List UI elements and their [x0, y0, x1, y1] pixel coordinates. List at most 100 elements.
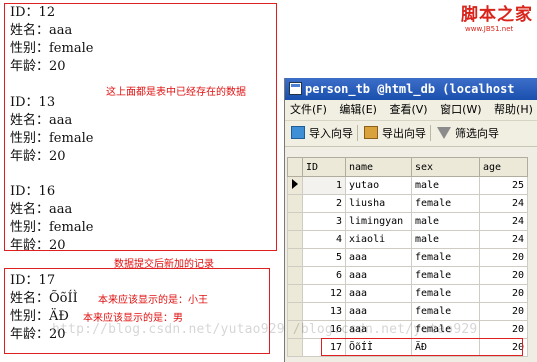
logo-title: 脚本之家: [461, 5, 533, 25]
note-name: 本来应该显示的是：小王: [98, 295, 208, 306]
cell-age[interactable]: 25: [479, 176, 528, 195]
record-gender: 性别：female: [10, 220, 94, 235]
import-wizard-label: 导入向导: [309, 127, 353, 140]
cell-id[interactable]: 6: [302, 266, 346, 285]
table-row[interactable]: 12 aaa female 20: [287, 284, 528, 303]
table-row[interactable]: 5 aaa female 20: [287, 248, 528, 267]
cell-sex[interactable]: female: [411, 248, 480, 267]
menu-file[interactable]: 文件(F): [290, 103, 327, 116]
cell-id[interactable]: 3: [302, 212, 346, 231]
window-title: person_tb @html_db (localhost: [305, 82, 515, 96]
cell-name[interactable]: liusha: [345, 194, 412, 213]
cell-name[interactable]: aaa: [345, 284, 412, 303]
menu-view[interactable]: 查看(V): [389, 103, 427, 116]
record-16: ID：16 姓名：aaa 性别：female 年龄：20: [10, 183, 93, 255]
cell-age[interactable]: 20: [479, 284, 528, 303]
record-id: ID：16: [10, 184, 56, 199]
current-row-marker-icon: [292, 179, 298, 189]
cell-name[interactable]: yutao: [345, 176, 412, 195]
row-selector[interactable]: [287, 176, 303, 195]
logo-url: www.JB51.net: [465, 25, 514, 33]
cell-name[interactable]: aaa: [345, 248, 412, 267]
cell-name[interactable]: aaa: [345, 266, 412, 285]
cell-name[interactable]: aaa: [345, 302, 412, 321]
row-selector[interactable]: [287, 194, 303, 213]
cell-age[interactable]: 20: [479, 302, 528, 321]
cell-age[interactable]: 20: [479, 248, 528, 267]
table-row[interactable]: 1 yutao male 25: [287, 176, 528, 195]
cell-sex[interactable]: female: [411, 284, 480, 303]
column-header-name[interactable]: name: [345, 157, 412, 177]
column-header-age[interactable]: age: [479, 157, 528, 177]
column-header-id[interactable]: ID: [302, 157, 346, 177]
menu-help[interactable]: 帮助(H): [494, 103, 533, 116]
toolbar: 导入向导 导出向导 筛选向导: [285, 121, 537, 147]
export-icon: [364, 126, 378, 139]
row-selector[interactable]: [287, 266, 303, 285]
row-selector[interactable]: [287, 302, 303, 321]
cell-id[interactable]: 12: [302, 284, 346, 303]
cell-sex[interactable]: male: [411, 176, 480, 195]
table-row[interactable]: 3 limingyan male 24: [287, 212, 528, 231]
record-gender: 性别：female: [10, 41, 94, 56]
table-row[interactable]: 4 xiaoli male 24: [287, 230, 528, 249]
cell-age[interactable]: 24: [479, 194, 528, 213]
table-window: person_tb @html_db (localhost 文件(F) 编辑(E…: [284, 78, 537, 362]
cell-name[interactable]: xiaoli: [345, 230, 412, 249]
cell-age[interactable]: 24: [479, 230, 528, 249]
cell-sex[interactable]: male: [411, 212, 480, 231]
cell-id[interactable]: 2: [302, 194, 346, 213]
cell-id[interactable]: 13: [302, 302, 346, 321]
row-header-corner: [287, 157, 303, 177]
menu-edit[interactable]: 编辑(E): [339, 103, 377, 116]
cell-id[interactable]: 1: [302, 176, 346, 195]
new-row-highlight: [321, 338, 523, 356]
record-name: 姓名：aaa: [10, 202, 73, 217]
window-titlebar[interactable]: person_tb @html_db (localhost: [285, 78, 537, 100]
record-id: ID：17: [10, 273, 56, 288]
cell-name[interactable]: limingyan: [345, 212, 412, 231]
row-selector[interactable]: [287, 338, 303, 357]
column-header-sex[interactable]: sex: [411, 157, 480, 177]
export-wizard-button[interactable]: 导出向导: [364, 121, 426, 146]
cell-id[interactable]: 4: [302, 230, 346, 249]
filter-wizard-label: 筛选向导: [455, 127, 499, 140]
table-row[interactable]: 13 aaa female 20: [287, 302, 528, 321]
grid-header: ID name sex age: [287, 157, 528, 177]
toolbar-separator: [430, 125, 431, 141]
record-name: 姓名：aaa: [10, 23, 73, 38]
menu-window[interactable]: 窗口(W): [440, 103, 481, 116]
export-wizard-label: 导出向导: [382, 127, 426, 140]
row-selector[interactable]: [287, 284, 303, 303]
cell-age[interactable]: 20: [479, 266, 528, 285]
cell-age[interactable]: 20: [479, 320, 528, 339]
menu-bar: 文件(F) 编辑(E) 查看(V) 窗口(W) 帮助(H): [285, 100, 537, 121]
record-gender: 性别：female: [10, 131, 94, 146]
import-icon: [291, 126, 305, 139]
record-12: ID：12 姓名：aaa 性别：female 年龄：20: [10, 4, 93, 76]
watermark: http://blog.csdn.net/yutao929 /blog.csdn…: [52, 322, 478, 337]
record-age: 年龄：20: [10, 149, 66, 164]
table-row[interactable]: 2 liusha female 24: [287, 194, 528, 213]
import-wizard-button[interactable]: 导入向导: [291, 121, 353, 146]
cell-id[interactable]: 5: [302, 248, 346, 267]
record-id: ID：12: [10, 5, 56, 20]
row-selector[interactable]: [287, 230, 303, 249]
record-age: 年龄：20: [10, 59, 66, 74]
table-row[interactable]: 6 aaa female 20: [287, 266, 528, 285]
site-logo: 脚本之家 www.JB51.net: [461, 0, 535, 34]
filter-wizard-button[interactable]: 筛选向导: [437, 121, 499, 146]
filter-icon: [437, 127, 451, 139]
cell-sex[interactable]: female: [411, 194, 480, 213]
record-age: 年龄：20: [10, 238, 66, 253]
cell-sex[interactable]: male: [411, 230, 480, 249]
record-name: 姓名：aaa: [10, 113, 73, 128]
cell-age[interactable]: 24: [479, 212, 528, 231]
toolbar-separator: [357, 125, 358, 141]
record-13: ID：13 姓名：aaa 性别：female 年龄：20: [10, 94, 93, 166]
cell-sex[interactable]: female: [411, 266, 480, 285]
table-icon: [289, 82, 302, 95]
row-selector[interactable]: [287, 248, 303, 267]
row-selector[interactable]: [287, 212, 303, 231]
cell-sex[interactable]: female: [411, 302, 480, 321]
